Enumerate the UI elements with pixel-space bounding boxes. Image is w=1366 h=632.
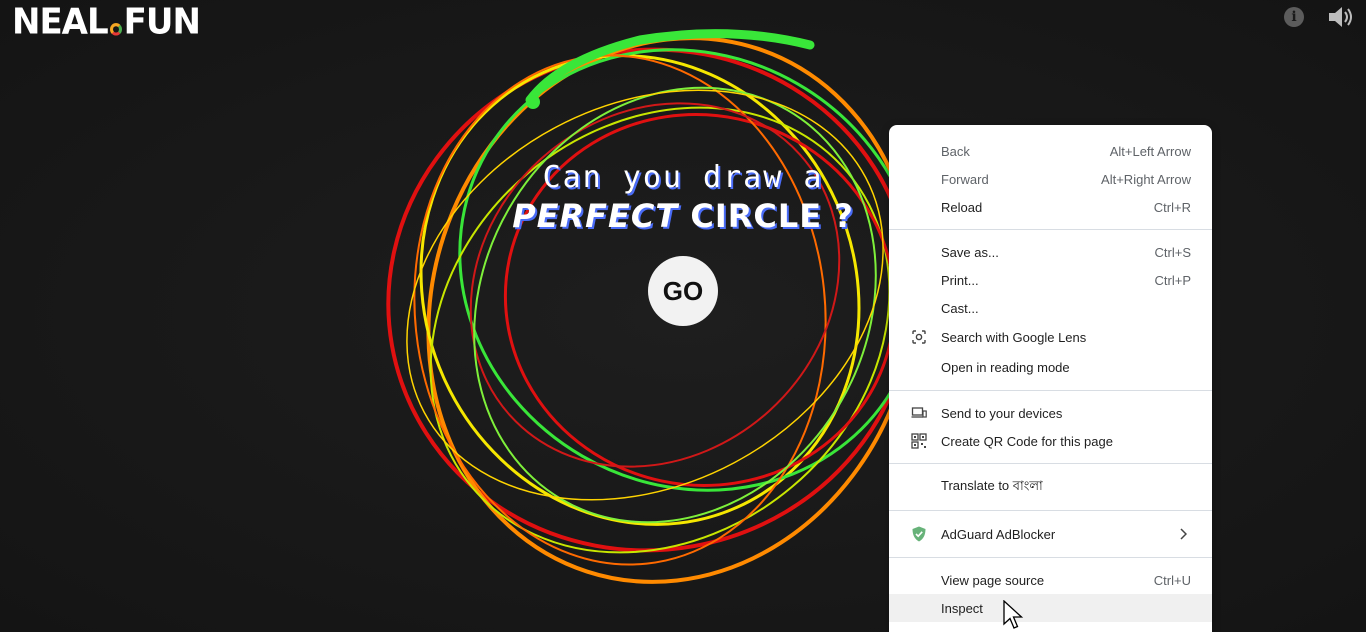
logo-left-text: NEAL xyxy=(12,1,109,43)
info-glyph: i xyxy=(1291,9,1297,25)
menu-item-label: Search with Google Lens xyxy=(941,329,1087,345)
menu-separator xyxy=(889,510,1212,511)
chevron-right-icon xyxy=(1180,528,1187,540)
menu-item-label: Forward xyxy=(941,171,989,187)
menu-item-back[interactable]: Back Alt+Left Arrow xyxy=(889,137,1212,165)
menu-item-label: Create QR Code for this page xyxy=(941,433,1113,449)
site-logo[interactable]: NEAL FUN xyxy=(12,1,201,43)
logo-right-text: FUN xyxy=(123,1,201,43)
menu-item-qr-code[interactable]: Create QR Code for this page xyxy=(889,427,1212,455)
menu-item-cast[interactable]: Cast... xyxy=(889,294,1212,322)
menu-item-label: Send to your devices xyxy=(941,405,1063,421)
menu-item-label: AdGuard AdBlocker xyxy=(941,526,1056,542)
menu-item-reading-mode[interactable]: Open in reading mode xyxy=(889,352,1212,382)
top-right-controls: i xyxy=(1284,4,1356,30)
menu-separator xyxy=(889,557,1212,558)
logo-dot-icon xyxy=(109,23,122,36)
menu-item-adguard[interactable]: AdGuard AdBlocker xyxy=(889,519,1212,549)
info-icon[interactable]: i xyxy=(1284,7,1304,27)
menu-item-save-as[interactable]: Save as... Ctrl+S xyxy=(889,238,1212,266)
menu-item-label: Back xyxy=(941,143,970,159)
menu-item-label: Reload xyxy=(941,199,983,215)
menu-separator xyxy=(889,229,1212,230)
devices-icon xyxy=(911,407,927,418)
menu-separator xyxy=(889,390,1212,391)
menu-item-shortcut: Ctrl+U xyxy=(1153,572,1191,588)
menu-item-inspect[interactable]: Inspect xyxy=(889,594,1212,622)
menu-item-reload[interactable]: Reload Ctrl+R xyxy=(889,193,1212,221)
menu-item-view-source[interactable]: View page source Ctrl+U xyxy=(889,566,1212,594)
menu-item-shortcut: Ctrl+P xyxy=(1154,272,1191,288)
menu-item-google-lens[interactable]: Search with Google Lens xyxy=(889,322,1212,352)
qr-code-icon xyxy=(911,433,927,449)
menu-item-label: Inspect xyxy=(941,600,983,616)
menu-item-label: Save as... xyxy=(941,244,999,260)
menu-item-shortcut: Ctrl+R xyxy=(1153,199,1191,215)
page: NEAL FUN i Can you draw a PERFECT CIRCLE… xyxy=(0,0,1366,632)
context-menu: Back Alt+Left Arrow Forward Alt+Right Ar… xyxy=(889,125,1212,632)
menu-item-shortcut: Alt+Right Arrow xyxy=(1101,171,1191,187)
speaker-icon[interactable] xyxy=(1326,4,1356,30)
menu-item-label: Translate to বাংলা xyxy=(941,477,1043,493)
menu-item-print[interactable]: Print... Ctrl+P xyxy=(889,266,1212,294)
google-lens-icon xyxy=(912,330,926,344)
menu-item-label: Print... xyxy=(941,272,979,288)
menu-item-send-to-devices[interactable]: Send to your devices xyxy=(889,399,1212,427)
adguard-shield-icon xyxy=(912,526,926,542)
menu-item-shortcut: Ctrl+S xyxy=(1154,244,1191,260)
menu-item-forward[interactable]: Forward Alt+Right Arrow xyxy=(889,165,1212,193)
menu-item-label: Cast... xyxy=(941,300,979,316)
menu-item-shortcut: Alt+Left Arrow xyxy=(1109,143,1191,159)
menu-item-label: Open in reading mode xyxy=(941,359,1070,375)
menu-separator xyxy=(889,463,1212,464)
menu-item-label: View page source xyxy=(941,572,1045,588)
menu-item-translate[interactable]: Translate to বাংলা xyxy=(889,472,1212,502)
go-button[interactable]: GO xyxy=(648,256,718,326)
